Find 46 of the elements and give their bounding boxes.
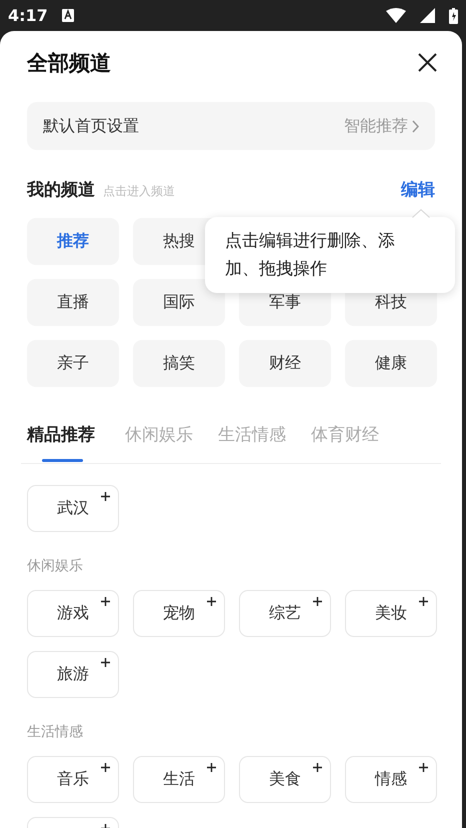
edit-button[interactable]: 编辑 — [401, 178, 435, 201]
add-channel-chip[interactable]: 游戏 — [27, 590, 119, 637]
plus-icon — [101, 658, 110, 667]
tooltip: 点击编辑进行删除、添加、拖拽操作 — [205, 217, 455, 293]
category-tab[interactable]: 精品推荐 — [27, 419, 95, 463]
add-channel-chip[interactable]: 生活 — [133, 756, 225, 803]
add-channel-chip[interactable]: 音乐 — [27, 756, 119, 803]
plus-icon — [419, 763, 428, 772]
signal-icon — [420, 8, 435, 23]
plus-icon — [101, 763, 110, 772]
section-title: 我的频道 — [27, 179, 95, 201]
add-channel-chip[interactable]: 旅游 — [27, 651, 119, 698]
channel-chip[interactable]: 推荐 — [27, 218, 119, 265]
channel-chip[interactable]: 国际 — [133, 279, 225, 326]
battery-icon — [449, 8, 458, 24]
status-time: 4:17 — [8, 6, 48, 25]
plus-icon — [101, 597, 110, 606]
plus-icon — [101, 492, 110, 501]
notification-icon — [62, 9, 74, 22]
channel-chip[interactable]: 亲子 — [27, 340, 119, 387]
plus-icon — [313, 763, 322, 772]
add-channel-chip[interactable]: 情感 — [345, 756, 437, 803]
channel-chip[interactable]: 搞笑 — [133, 340, 225, 387]
add-channel-chip[interactable]: 综艺 — [239, 590, 331, 637]
add-channel-chip[interactable]: 美食 — [239, 756, 331, 803]
category-heading: 生活情感 — [27, 723, 84, 741]
plus-icon — [419, 597, 428, 606]
setting-value: 智能推荐 — [344, 116, 408, 136]
plus-icon — [313, 597, 322, 606]
sheet-title: 全部频道 — [27, 50, 111, 77]
plus-icon — [207, 597, 216, 606]
chevron-right-icon — [412, 120, 419, 132]
channel-chip[interactable]: 财经 — [239, 340, 331, 387]
tooltip-pointer-icon — [412, 209, 430, 218]
wifi-icon — [386, 8, 406, 23]
setting-label: 默认首页设置 — [43, 116, 139, 136]
add-channel-chip[interactable]: 武汉 — [27, 485, 119, 532]
plus-icon — [207, 763, 216, 772]
channel-chip[interactable]: 健康 — [345, 340, 437, 387]
close-icon[interactable] — [418, 52, 437, 72]
add-channel-chip[interactable]: 美妆 — [345, 590, 437, 637]
default-home-row[interactable]: 默认首页设置 智能推荐 — [27, 102, 435, 150]
add-channel-chip[interactable]: 宠物 — [133, 590, 225, 637]
section-hint: 点击进入频道 — [103, 183, 176, 200]
category-heading: 休闲娱乐 — [27, 557, 84, 575]
channel-chip[interactable]: 直播 — [27, 279, 119, 326]
